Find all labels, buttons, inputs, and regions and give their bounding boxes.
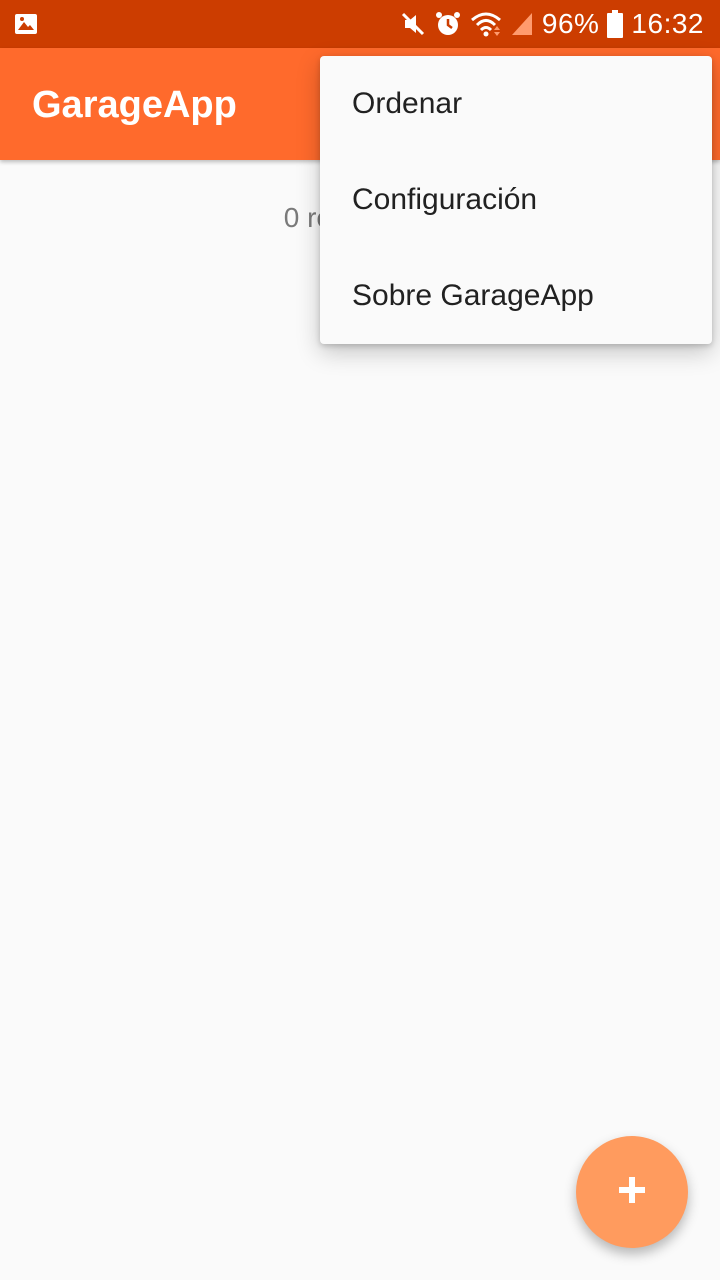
menu-item-sobre[interactable]: Sobre GarageApp xyxy=(320,248,712,344)
status-bar: 96% 16:32 xyxy=(0,0,720,48)
battery-icon xyxy=(607,10,624,38)
alarm-icon xyxy=(434,10,462,38)
add-button[interactable] xyxy=(576,1136,688,1248)
app-title: GarageApp xyxy=(32,84,237,126)
wifi-icon xyxy=(470,10,502,38)
image-notification-icon xyxy=(14,12,38,36)
status-icons: 96% 16:32 xyxy=(400,0,704,48)
overflow-menu: Ordenar Configuración Sobre GarageApp xyxy=(320,56,712,344)
signal-icon xyxy=(510,11,534,37)
menu-item-configuracion[interactable]: Configuración xyxy=(320,152,712,248)
add-icon xyxy=(616,1174,648,1211)
battery-percentage: 96% xyxy=(541,8,600,39)
clock: 16:32 xyxy=(631,8,704,39)
menu-item-ordenar[interactable]: Ordenar xyxy=(320,56,712,152)
mute-icon xyxy=(400,11,426,37)
